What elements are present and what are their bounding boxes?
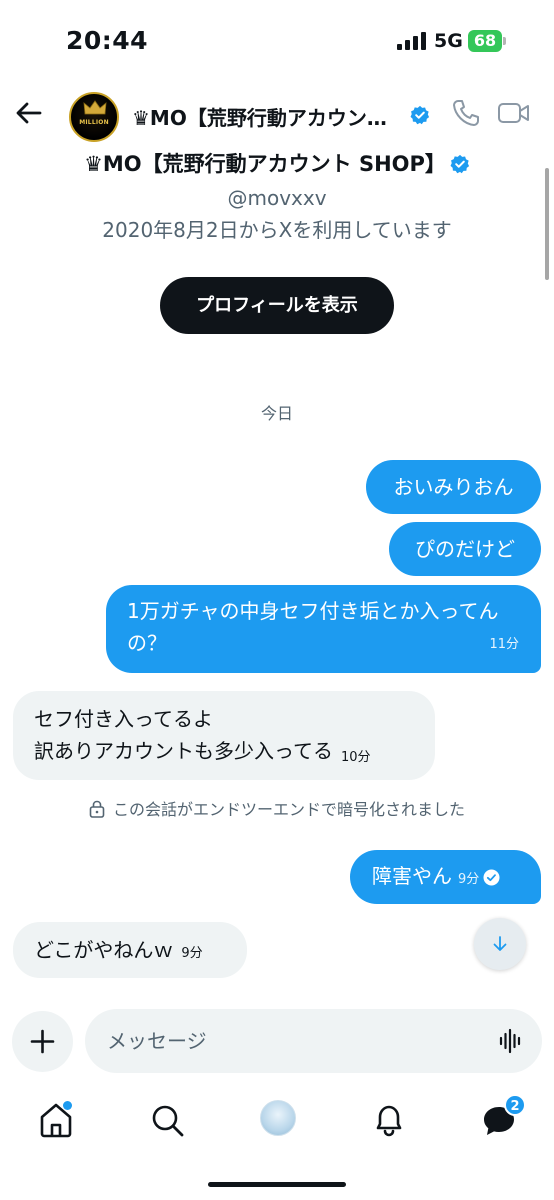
battery-level: 68 — [473, 31, 497, 50]
bell-icon — [376, 1105, 402, 1137]
grok-icon — [260, 1100, 296, 1136]
message-time: 10分 — [341, 750, 371, 765]
profile-name: ♛MO【荒野行動アカウント SHOP】 — [0, 148, 554, 180]
message-bubble-incoming[interactable]: セフ付き入ってるよ 訳ありアカウントも多少入ってる 10分 — [13, 691, 435, 780]
notification-dot — [63, 1101, 72, 1110]
profile-name-text: ♛MO【荒野行動アカウント SHOP】 — [84, 152, 446, 176]
message-text-line: 訳ありアカウントも多少入ってる — [34, 739, 333, 763]
verified-badge-icon — [410, 105, 430, 125]
home-indicator — [208, 1182, 346, 1187]
encryption-notice-text: この会話がエンドツーエンドで暗号化されました — [112, 800, 465, 819]
message-text: ぴのだけど — [415, 537, 515, 561]
message-bubble-outgoing[interactable]: 1万ガチャの中身セフ付き垢とか入ってんの？ 11分 — [106, 585, 541, 673]
message-time: 11分 — [489, 637, 519, 652]
add-media-button[interactable] — [12, 1011, 73, 1072]
message-text-line: セフ付き入ってるよ — [34, 707, 213, 731]
message-bubble-outgoing[interactable]: おいみりおん — [366, 460, 541, 514]
conversation-header: MILLION ♛MO【荒野行動アカウン… — [0, 84, 554, 146]
crown-icon — [83, 100, 107, 115]
phone-call-icon[interactable] — [451, 98, 481, 128]
search-icon — [152, 1105, 184, 1137]
voice-message-icon[interactable] — [498, 1028, 524, 1054]
message-time: 9分 — [181, 946, 203, 961]
plus-icon — [30, 1029, 55, 1054]
arrow-down-icon — [493, 936, 507, 951]
message-input[interactable] — [85, 1009, 542, 1073]
status-time: 20:44 — [66, 26, 149, 55]
network-type: 5G — [434, 30, 463, 52]
message-text: どこがやねんｗ — [34, 938, 174, 962]
header-title[interactable]: ♛MO【荒野行動アカウン… — [132, 102, 400, 131]
nav-grok[interactable] — [256, 1098, 300, 1142]
battery-icon: 68 — [468, 30, 508, 52]
nav-notifications[interactable] — [367, 1098, 411, 1142]
message-text: おいみりおん — [393, 475, 514, 499]
message-bubble-outgoing[interactable]: ぴのだけど — [389, 522, 541, 576]
message-time: 9分 — [458, 872, 480, 887]
lock-icon — [89, 800, 105, 818]
profile-joined-date: 2020年8月2日からXを利用しています — [102, 218, 452, 242]
avatar-logo-text: MILLION — [79, 119, 109, 126]
bottom-navigation: 2 — [0, 1088, 554, 1148]
read-receipt-icon — [483, 869, 500, 886]
avatar[interactable]: MILLION — [69, 92, 119, 142]
view-profile-button[interactable]: プロフィールを表示 — [160, 277, 394, 334]
message-text: 1万ガチャの中身セフ付き垢とか入ってんの？ — [127, 599, 499, 655]
signal-icon — [397, 32, 426, 50]
video-call-icon[interactable] — [497, 98, 531, 128]
nav-messages[interactable]: 2 — [477, 1094, 526, 1142]
encryption-notice: この会話がエンドツーエンドで暗号化されました — [0, 796, 554, 820]
message-bubble-incoming[interactable]: どこがやねんｗ 9分 — [13, 922, 247, 978]
profile-summary: ♛MO【荒野行動アカウント SHOP】 @movxxv 2020年8月2日からX… — [0, 148, 554, 246]
verified-badge-icon — [450, 154, 470, 174]
scroll-to-bottom-button[interactable] — [474, 918, 526, 970]
status-bar: 20:44 5G 68 — [0, 0, 554, 80]
message-bubble-outgoing[interactable]: 障害やん 9分 — [350, 850, 541, 904]
message-text: 障害やん — [372, 864, 452, 888]
unread-badge: 2 — [504, 1094, 526, 1116]
back-arrow-icon[interactable] — [14, 98, 44, 128]
date-divider: 今日 — [260, 404, 293, 423]
nav-home[interactable] — [34, 1098, 78, 1142]
profile-handle: @movxxv — [227, 186, 327, 210]
nav-search[interactable] — [145, 1098, 189, 1142]
